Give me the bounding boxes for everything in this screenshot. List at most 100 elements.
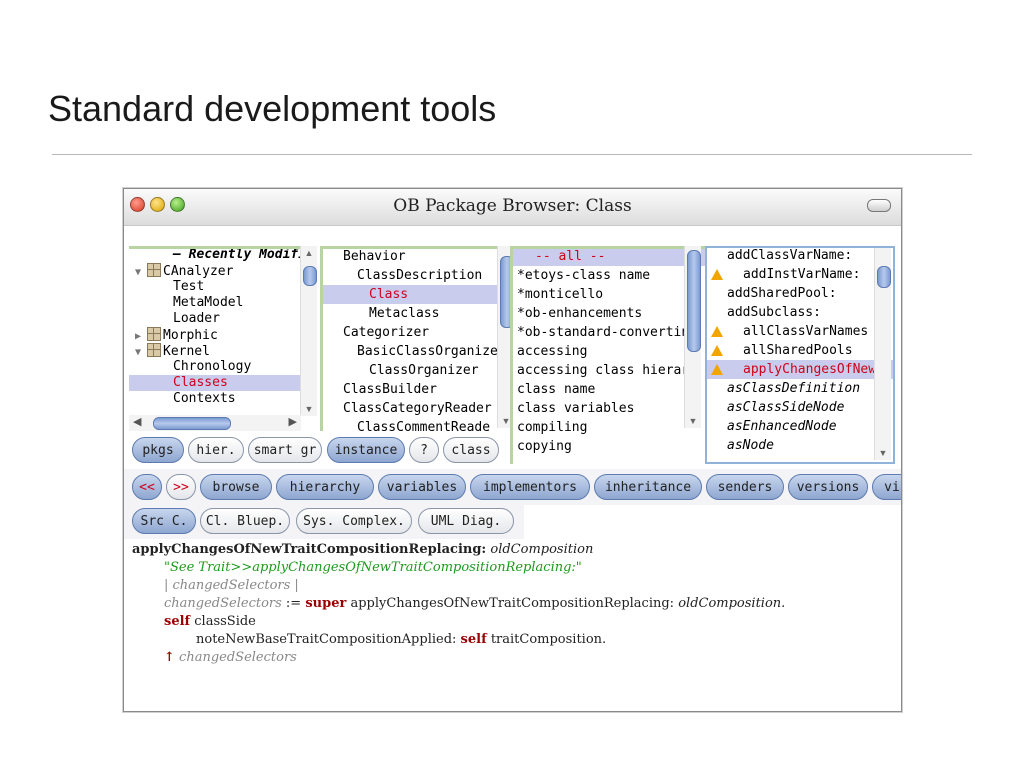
toolbar-button[interactable]: inheritance	[594, 474, 702, 500]
toolbar-button[interactable]: senders	[706, 474, 784, 500]
method-item-label: addClassVarName:	[727, 248, 853, 263]
package-item-label: Chronology	[173, 359, 252, 374]
toolbar-button[interactable]: browse	[200, 474, 272, 500]
method-item[interactable]: asEnhancedNode	[707, 417, 893, 436]
toolbar-button[interactable]: implementors	[470, 474, 590, 500]
category-item-label: class name	[517, 382, 596, 397]
method-item[interactable]: allClassVarNames	[707, 322, 893, 341]
category-item[interactable]: -- all --	[513, 249, 705, 266]
class-item-label: Behavior	[343, 249, 406, 264]
package-item[interactable]: Chronology	[129, 359, 301, 375]
pane-toggle-button[interactable]: instance	[327, 437, 405, 463]
code-token: classSide	[194, 614, 256, 629]
class-item[interactable]: Categorizer	[323, 323, 500, 342]
scroll-thumb[interactable]	[877, 266, 891, 288]
toolbar-button[interactable]: versions	[788, 474, 868, 500]
package-list-scrollbar[interactable]: ▲ ▼	[300, 246, 317, 416]
method-item-label: asEnhancedNode	[727, 419, 837, 434]
pane-toggle-button[interactable]: ?	[409, 437, 439, 463]
pane-toggle-button[interactable]: class	[443, 437, 499, 463]
package-item[interactable]: MetaModel	[129, 295, 301, 311]
scroll-up-icon[interactable]: ▲	[301, 246, 317, 260]
method-item[interactable]: asClassDefinition	[707, 379, 893, 398]
code-token: oldComposition.	[678, 596, 786, 611]
pane-toggle-button[interactable]: hier.	[188, 437, 244, 463]
scroll-left-icon[interactable]: ◀	[133, 415, 141, 428]
package-list[interactable]: – Recently Modifi ▼ CAnalyzer Test MetaModel…	[129, 246, 301, 416]
tool-button[interactable]: Sys. Complex.	[296, 508, 412, 534]
package-item[interactable]: Contexts	[129, 391, 301, 407]
package-list-hscrollbar[interactable]: ◀ ▶	[129, 415, 301, 431]
code-token: changedSelectors	[179, 650, 297, 665]
tool-button[interactable]: Cl. Bluep.	[200, 508, 290, 534]
method-list-scrollbar[interactable]: ▼	[874, 248, 891, 460]
package-item-label: Classes	[173, 375, 228, 390]
pane-toggle-button[interactable]: pkgs	[132, 437, 184, 463]
scroll-down-icon[interactable]: ▼	[301, 402, 317, 416]
package-item-label: MetaModel	[173, 295, 244, 310]
class-item[interactable]: ClassBuilder	[323, 380, 500, 399]
class-item[interactable]: BasicClassOrganize	[323, 342, 500, 361]
tool-button[interactable]: UML Diag.	[418, 508, 514, 534]
package-item[interactable]: ▼ Kernel	[129, 343, 301, 359]
method-item[interactable]: addSubclass:	[707, 303, 893, 322]
class-item[interactable]: ClassCommentReade	[323, 418, 500, 431]
package-item[interactable]: – Recently Modifi	[129, 249, 301, 263]
category-list-scrollbar[interactable]: ▼	[684, 246, 701, 428]
method-item-label: applyChangesOfNew	[743, 362, 877, 377]
tool-button[interactable]: Src C.	[132, 508, 196, 534]
scroll-thumb[interactable]	[687, 250, 701, 352]
toolbar-button[interactable]: vi	[872, 474, 901, 500]
class-item-label: ClassBuilder	[343, 382, 437, 397]
scroll-thumb[interactable]	[303, 266, 317, 286]
toolbar-button[interactable]: variables	[378, 474, 466, 500]
class-item-label: Categorizer	[343, 325, 430, 340]
category-item[interactable]: accessing class hierarc	[513, 361, 705, 380]
class-item[interactable]: ClassCategoryReader	[323, 399, 500, 418]
package-item[interactable]: ▶ Morphic	[129, 327, 301, 343]
toolbar-button[interactable]: <<	[132, 474, 162, 500]
category-item[interactable]: class name	[513, 380, 705, 399]
collapse-window-icon[interactable]	[867, 199, 891, 212]
class-item[interactable]: Class	[323, 285, 500, 304]
window-titlebar[interactable]: OB Package Browser: Class	[124, 189, 901, 226]
category-item[interactable]: *etoys-class name	[513, 266, 705, 285]
class-list[interactable]: Behavior ClassDescription Class Metaclass Ca…	[320, 246, 500, 431]
package-browser-window: OB Package Browser: Class – Recently Mod…	[123, 188, 902, 712]
warning-icon	[711, 345, 723, 356]
method-list[interactable]: addClassVarName: addInstVarName: addShared…	[705, 246, 895, 464]
method-item[interactable]: asClassSideNode	[707, 398, 893, 417]
class-item[interactable]: ClassDescription	[323, 266, 500, 285]
category-item[interactable]: *monticello	[513, 285, 705, 304]
category-list[interactable]: -- all -- *etoys-class name *monticello *ob…	[510, 246, 705, 464]
class-item[interactable]: Behavior	[323, 249, 500, 266]
package-item[interactable]: Loader	[129, 311, 301, 327]
code-editor[interactable]: applyChangesOfNewTraitCompositionReplaci…	[132, 541, 892, 701]
category-item[interactable]: *ob-standard-convertin	[513, 323, 705, 342]
method-item[interactable]: applyChangesOfNew	[707, 360, 893, 379]
class-item-label: BasicClassOrganize	[357, 344, 498, 359]
code-token: self	[164, 614, 191, 629]
category-item[interactable]: accessing	[513, 342, 705, 361]
toolbar-button[interactable]: >>	[166, 474, 196, 500]
package-item[interactable]: ▼ CAnalyzer	[129, 263, 301, 279]
scroll-right-icon[interactable]: ▶	[289, 415, 297, 428]
category-item[interactable]: *ob-enhancements	[513, 304, 705, 323]
category-item-label: *monticello	[517, 287, 604, 302]
method-item[interactable]: allSharedPools	[707, 341, 893, 360]
package-item[interactable]: Test	[129, 279, 301, 295]
pane-toggle-button[interactable]: smart gr	[248, 437, 322, 463]
scroll-down-icon[interactable]: ▼	[685, 414, 701, 428]
method-item[interactable]: addInstVarName:	[707, 265, 893, 284]
method-item[interactable]: addClassVarName:	[707, 248, 893, 265]
class-item[interactable]: Metaclass	[323, 304, 500, 323]
hscroll-thumb[interactable]	[153, 417, 231, 430]
window-title: OB Package Browser: Class	[393, 196, 632, 216]
class-item[interactable]: ClassOrganizer	[323, 361, 500, 380]
method-item[interactable]: addSharedPool:	[707, 284, 893, 303]
category-item[interactable]: class variables	[513, 399, 705, 418]
package-item-label: Test	[173, 279, 205, 294]
toolbar-button[interactable]: hierarchy	[276, 474, 374, 500]
code-token: traitComposition.	[490, 632, 607, 647]
package-item[interactable]: Classes	[129, 375, 301, 391]
